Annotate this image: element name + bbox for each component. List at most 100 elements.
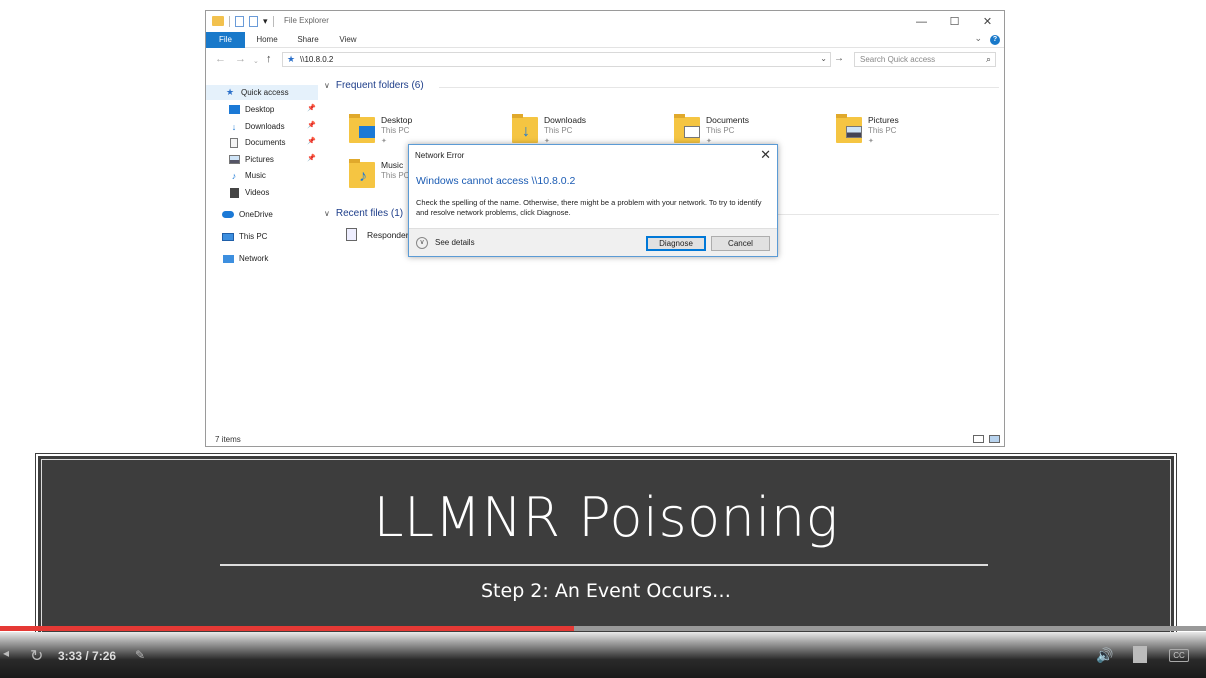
chevron-down-icon[interactable]: ∨ — [416, 237, 428, 249]
pin-icon: 📌 — [307, 155, 316, 162]
pin-icon: ✦ — [868, 138, 874, 145]
folder-location: This PC — [381, 171, 410, 180]
divider — [220, 564, 988, 566]
status-bar: 7 items — [206, 433, 1004, 447]
frequent-folders-header[interactable]: ∨ Frequent folders (6) — [324, 80, 424, 91]
help-icon[interactable]: ? — [990, 35, 1000, 45]
back-arrow-icon[interactable]: ← — [215, 52, 226, 66]
quick-access-star-icon: ★ — [225, 87, 235, 97]
chevron-down-icon[interactable]: ⌄ — [820, 54, 827, 63]
cloud-icon — [222, 210, 234, 220]
music-note-icon: ♪ — [359, 168, 367, 185]
new-folder-icon[interactable] — [249, 15, 258, 27]
group-header-label: Frequent folders (6) — [335, 80, 424, 91]
error-heading: Windows cannot access \\10.8.0.2 — [416, 175, 576, 187]
pin-icon: 📌 — [307, 105, 316, 112]
expand-ribbon-icon[interactable]: ⌄ — [974, 33, 982, 44]
notes-icon[interactable]: ✎ — [135, 648, 145, 662]
sidebar-item-quick-access[interactable]: ★ Quick access — [206, 85, 318, 100]
folder-name: Desktop — [381, 115, 413, 125]
sidebar-item-pictures[interactable]: Pictures 📌 — [206, 152, 318, 167]
video-progress-bar[interactable] — [0, 626, 1206, 631]
folder-tile-pictures[interactable]: Pictures This PC ✦ — [836, 112, 986, 152]
file-name: Responder — [367, 229, 409, 240]
folder-name: Downloads — [544, 115, 587, 125]
documents-icon — [684, 126, 700, 138]
see-details-link[interactable]: See details — [435, 238, 475, 247]
cancel-button[interactable]: Cancel — [711, 236, 770, 251]
tab-home[interactable]: Home — [252, 32, 282, 48]
sidebar-item-downloads[interactable]: ↓ Downloads 📌 — [206, 119, 318, 134]
recent-files-header[interactable]: ∨ Recent files (1) — [324, 208, 403, 219]
sidebar-item-label: This PC — [239, 232, 268, 241]
progress-fill — [0, 626, 575, 631]
sidebar-item-desktop[interactable]: Desktop 📌 — [206, 102, 318, 117]
folder-location: This PC — [868, 126, 897, 135]
quick-access-toolbar: ▾ — [212, 15, 274, 27]
pin-icon: ✦ — [381, 138, 387, 145]
list-item[interactable]: Responder — [346, 228, 409, 241]
folder-name: Pictures — [868, 115, 899, 125]
sidebar-item-label: Pictures — [245, 155, 274, 164]
dialog-footer: ∨ See details Diagnose Cancel — [409, 228, 777, 256]
large-icons-view-icon[interactable] — [989, 435, 1000, 443]
closed-captions-icon[interactable]: CC — [1169, 649, 1189, 662]
replay-icon[interactable]: ↻ — [30, 646, 43, 666]
pictures-icon — [228, 155, 240, 165]
computer-icon — [222, 232, 234, 242]
up-arrow-icon[interactable]: ↑ — [266, 52, 272, 66]
folder-name: Music — [381, 160, 404, 170]
sidebar-item-network[interactable]: Network — [206, 251, 318, 266]
address-field[interactable]: ★ \\10.8.0.2 ⌄ — [282, 52, 831, 67]
network-error-dialog: Network Error ✕ Windows cannot access \\… — [408, 144, 778, 257]
sidebar-item-onedrive[interactable]: OneDrive — [206, 207, 318, 222]
pin-icon: 📌 — [307, 122, 316, 129]
search-input[interactable]: Search Quick access ⌕ — [854, 52, 996, 67]
slide-caption-box: LLMNR Poisoning Step 2: An Event Occurs… — [35, 453, 1177, 647]
search-placeholder: Search Quick access — [860, 55, 936, 64]
transcript-icon[interactable] — [1133, 646, 1147, 663]
sidebar-item-documents[interactable]: Documents 📌 — [206, 135, 318, 150]
download-arrow-icon: ↓ — [522, 123, 530, 140]
tab-share[interactable]: Share — [294, 32, 322, 48]
sidebar-item-label: Desktop — [245, 105, 275, 114]
minimize-icon[interactable]: — — [905, 11, 938, 32]
sidebar-item-label: Downloads — [245, 122, 285, 131]
close-icon[interactable]: ✕ — [971, 11, 1004, 32]
divider — [272, 15, 274, 27]
maximize-icon[interactable]: ☐ — [938, 11, 971, 32]
ribbon-tabs: File Home Share View ⌄ ? — [206, 32, 1004, 48]
diagnose-button[interactable]: Diagnose — [646, 236, 706, 251]
file-icon — [346, 228, 357, 241]
music-note-icon: ♪ — [231, 170, 237, 181]
title-bar: ▾ File Explorer — ☐ ✕ — [206, 11, 1004, 32]
volume-icon[interactable]: 🔊 — [1096, 647, 1113, 664]
navigation-pane: ★ Quick access Desktop 📌 ↓ Downloads 📌 D… — [206, 71, 318, 433]
customize-toolbar-icon[interactable]: ▾ — [263, 15, 268, 27]
folder-location: This PC — [706, 126, 735, 135]
playback-time: 3:33 / 7:26 — [58, 649, 117, 663]
sidebar-item-videos[interactable]: Videos — [206, 185, 318, 200]
forward-arrow-icon[interactable]: → — [235, 52, 246, 66]
sidebar-item-label: Quick access — [241, 88, 289, 97]
tab-file[interactable]: File — [206, 32, 245, 48]
close-icon[interactable]: ✕ — [760, 147, 771, 163]
sidebar-item-this-pc[interactable]: This PC — [206, 229, 318, 244]
download-arrow-icon: ↓ — [231, 121, 237, 132]
properties-icon[interactable] — [235, 15, 244, 27]
network-icon — [222, 254, 234, 264]
folder-location: This PC — [381, 126, 410, 135]
dialog-title: Network Error — [415, 151, 465, 160]
pin-icon: ★ — [287, 54, 296, 64]
chevron-down-icon: ∨ — [324, 209, 330, 218]
details-view-icon[interactable] — [973, 435, 984, 443]
recent-locations-icon[interactable]: ⌄ — [253, 55, 259, 69]
tab-view[interactable]: View — [334, 32, 362, 48]
slide-subtitle: Step 2: An Event Occurs… — [481, 580, 731, 602]
go-arrow-icon[interactable]: → — [834, 53, 844, 64]
sidebar-item-music[interactable]: ♪ Music — [206, 168, 318, 183]
sidebar-item-label: Videos — [245, 188, 270, 197]
rewind-icon[interactable]: ◂ — [3, 646, 9, 660]
desktop-icon — [359, 126, 375, 138]
documents-icon — [228, 137, 240, 148]
